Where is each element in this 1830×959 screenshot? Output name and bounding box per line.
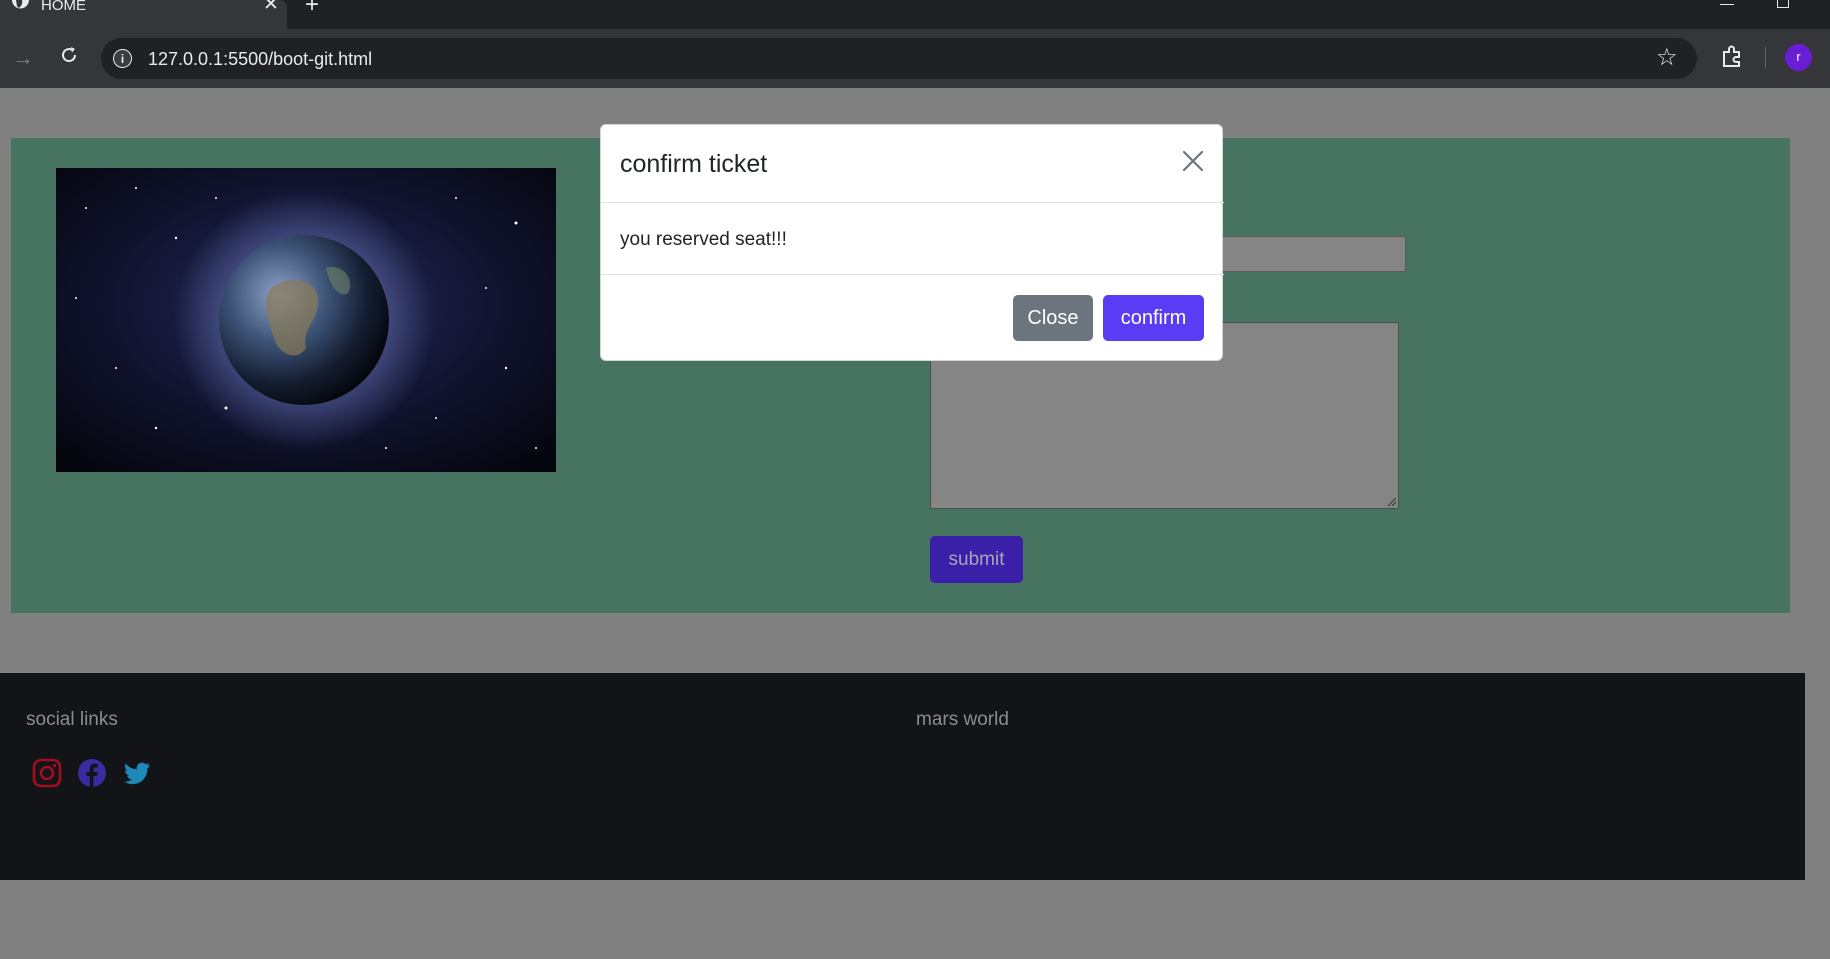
modal-header: confirm ticket [601, 125, 1224, 203]
browser-tab-strip: HOME ✕ + [0, 0, 1830, 29]
earth-image [56, 168, 556, 472]
minimize-icon[interactable] [1720, 4, 1734, 5]
close-button[interactable]: Close [1013, 295, 1093, 341]
site-info-icon[interactable]: i [113, 49, 132, 68]
instagram-icon[interactable] [32, 758, 62, 788]
mars-world-heading: mars world [916, 709, 1009, 730]
reload-icon[interactable] [57, 43, 81, 67]
restore-window-icon[interactable] [1777, 0, 1789, 8]
new-tab-icon[interactable]: + [305, 0, 319, 17]
globe-icon [12, 0, 29, 9]
name-input[interactable] [1222, 236, 1406, 272]
confirm-button[interactable]: confirm [1103, 295, 1204, 341]
resize-grip-icon[interactable] [1386, 496, 1396, 506]
profile-avatar[interactable]: r [1785, 44, 1812, 71]
toolbar-separator [1765, 47, 1766, 69]
social-links-heading: social links [26, 709, 118, 730]
address-bar[interactable]: i 127.0.0.1:5500/boot-git.html ☆ [101, 38, 1697, 79]
forward-icon[interactable]: → [12, 45, 34, 71]
facebook-icon[interactable] [77, 758, 107, 788]
tab-title: HOME [41, 0, 86, 14]
close-icon[interactable] [1181, 149, 1205, 173]
bookmark-star-icon[interactable]: ☆ [1656, 46, 1678, 70]
submit-button[interactable]: submit [930, 536, 1023, 583]
footer [0, 673, 1805, 880]
tab-close-icon[interactable]: ✕ [263, 0, 279, 14]
twitter-icon[interactable] [122, 758, 152, 788]
browser-tab[interactable]: HOME ✕ [0, 0, 287, 29]
confirm-ticket-modal: confirm ticket you reserved seat!!! Clos… [600, 124, 1224, 361]
modal-footer-divider [601, 274, 1224, 275]
extensions-icon[interactable] [1719, 44, 1745, 70]
browser-toolbar: → i 127.0.0.1:5500/boot-git.html ☆ r [0, 29, 1830, 88]
modal-body-text: you reserved seat!!! [620, 229, 787, 250]
url-text[interactable]: 127.0.0.1:5500/boot-git.html [148, 49, 372, 69]
modal-title: confirm ticket [620, 150, 768, 178]
